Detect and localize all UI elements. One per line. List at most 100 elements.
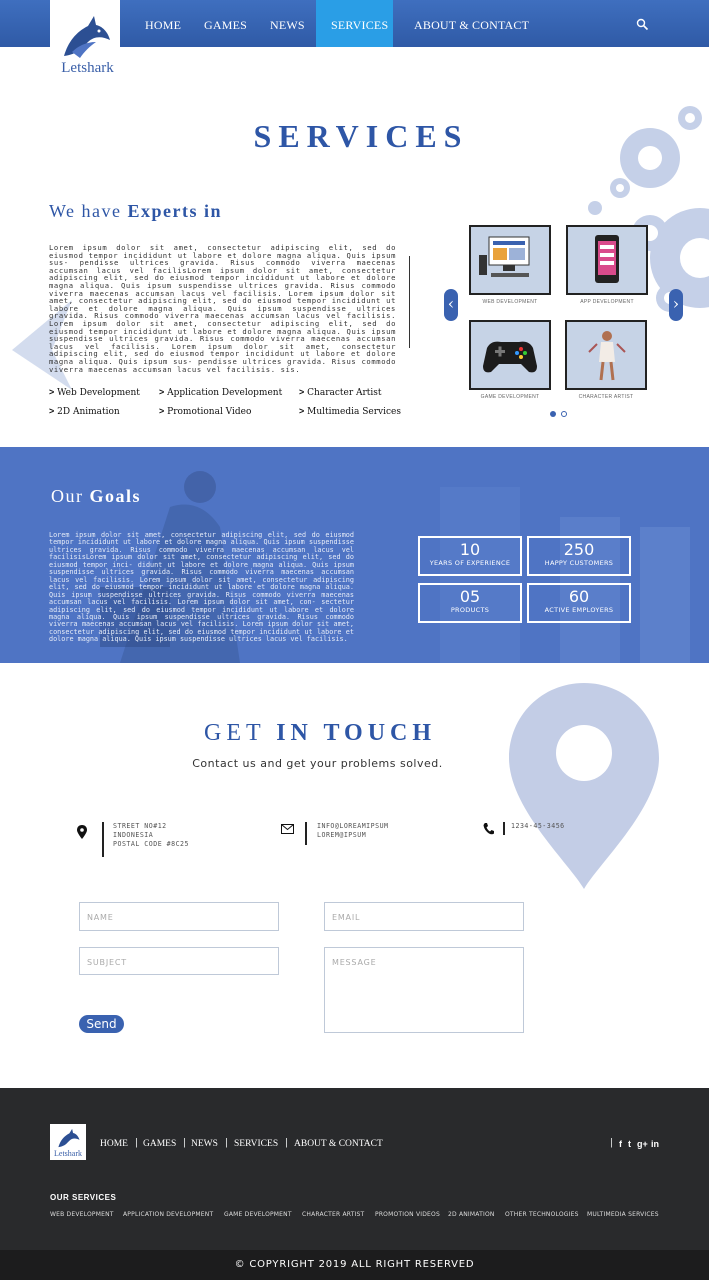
- goals-heading-light: Our: [51, 486, 90, 506]
- message-field[interactable]: MESSAGE: [324, 947, 524, 1033]
- address-line: INDONESIA: [113, 831, 154, 839]
- footer-service-link[interactable]: APPLICATION DEVELOPMENT: [123, 1211, 213, 1218]
- footer-service-link[interactable]: GAME DEVELOPMENT: [224, 1211, 292, 1218]
- shark-logo-icon: [58, 1128, 80, 1148]
- linkedin-icon[interactable]: in: [651, 1139, 659, 1149]
- divider: [305, 822, 307, 845]
- carousel-caption: WEB DEVELOPMENT: [482, 299, 538, 305]
- service-item[interactable]: > 2D Animation: [49, 406, 120, 417]
- name-field[interactable]: NAME: [79, 902, 279, 931]
- separator: |: [183, 1138, 187, 1148]
- footer-link-home[interactable]: HOME: [100, 1139, 128, 1149]
- service-item[interactable]: > Promotional Video: [159, 406, 251, 417]
- stat-value: 05: [459, 587, 481, 606]
- carousel-caption: CHARACTER ARTIST: [578, 394, 634, 400]
- footer-service-link[interactable]: PROMOTION VIDEOS: [375, 1211, 440, 1218]
- nav-news[interactable]: NEWS: [268, 0, 307, 47]
- footer-service-link[interactable]: MULTIMEDIA SERVICES: [587, 1211, 659, 1218]
- carousel-next-button[interactable]: ›: [669, 289, 683, 321]
- footer-service-link[interactable]: OTHER TECHNOLOGIES: [505, 1211, 579, 1218]
- contact-heading-bold: IN TOUCH: [276, 720, 437, 746]
- service-item[interactable]: > Web Development: [49, 387, 140, 398]
- nav-home[interactable]: HOME: [143, 0, 183, 47]
- send-button[interactable]: Send: [79, 1015, 124, 1033]
- email-field[interactable]: EMAIL: [324, 902, 524, 931]
- stat-label: YEARS OF EXPERIENCE: [429, 559, 511, 567]
- footer-link-games[interactable]: GAMES: [143, 1139, 176, 1149]
- twitter-icon[interactable]: t: [628, 1139, 631, 1149]
- footer-link-about[interactable]: ABOUT & CONTACT: [294, 1139, 383, 1149]
- separator: |: [225, 1138, 229, 1148]
- character-illustration: [588, 331, 626, 381]
- stat-label: HAPPY CUSTOMERS: [544, 559, 614, 567]
- carousel-card-app[interactable]: [566, 225, 648, 295]
- service-item[interactable]: > Multimedia Services: [299, 406, 401, 417]
- stat-value: 250: [563, 540, 595, 559]
- email-link[interactable]: INFO@LOREAMIPSUM: [317, 822, 389, 831]
- stat-box: 60 ACTIVE EMPLOYERS: [527, 583, 631, 623]
- carousel-dot[interactable]: [561, 411, 567, 417]
- nav-about-contact[interactable]: ABOUT & CONTACT: [412, 0, 531, 47]
- shark-logo-icon: [64, 16, 110, 58]
- nav-services[interactable]: SERVICES: [329, 0, 390, 47]
- carousel-card-web[interactable]: [469, 225, 551, 295]
- stat-label: PRODUCTS: [450, 606, 490, 614]
- service-item[interactable]: > Application Development: [159, 387, 282, 398]
- computer-illustration: [479, 236, 530, 277]
- contact-heading-light: GET: [204, 720, 277, 746]
- footer-logo-text: Letshark: [54, 1149, 82, 1158]
- contact-heading: GET IN TOUCH: [204, 720, 436, 747]
- stat-box: 05 PRODUCTS: [418, 583, 522, 623]
- carousel-dot-active[interactable]: [550, 411, 556, 417]
- stat-value: 10: [459, 540, 481, 559]
- location-pin-decoration: [509, 683, 659, 889]
- stat-label: ACTIVE EMPLOYERS: [544, 606, 614, 614]
- chevron-right-icon: ›: [672, 294, 680, 313]
- divider: [102, 822, 104, 857]
- services-description: Lorem ipsum dolor sit amet, consectetur …: [49, 243, 396, 374]
- carousel-card-game[interactable]: [469, 320, 551, 390]
- phone-number[interactable]: 1234-45-3456: [511, 822, 565, 831]
- services-title: SERVICES: [253, 118, 469, 154]
- experts-heading-bold: Experts in: [127, 201, 223, 221]
- footer-service-link[interactable]: WEB DEVELOPMENT: [50, 1211, 114, 1218]
- chevron-left-icon: ‹: [447, 294, 455, 313]
- logo-text: Letshark: [61, 60, 114, 76]
- subject-field[interactable]: SUBJECT: [79, 947, 279, 975]
- gamepad-illustration: [483, 341, 537, 373]
- carousel-card-character[interactable]: [565, 320, 647, 390]
- copyright: © COPYRIGHT 2019 ALL RIGHT RESERVED: [0, 1250, 709, 1280]
- address-line: STREET NO#12: [113, 822, 167, 830]
- carousel-caption: APP DEVELOPMENT: [580, 299, 634, 305]
- search-icon[interactable]: [636, 18, 649, 31]
- nav-games[interactable]: GAMES: [202, 0, 249, 47]
- footer-link-news[interactable]: NEWS: [191, 1139, 218, 1149]
- separator: |: [610, 1138, 614, 1148]
- experts-heading-light: We have: [49, 201, 128, 221]
- stat-value: 60: [568, 587, 590, 606]
- separator: |: [135, 1138, 139, 1148]
- footer-service-link[interactable]: 2D ANIMATION: [448, 1211, 495, 1218]
- facebook-icon[interactable]: f: [619, 1139, 622, 1149]
- carousel-caption: GAME DEVELOPMENT: [480, 394, 540, 400]
- phone-illustration: [595, 235, 619, 283]
- divider: [409, 256, 410, 348]
- divider: [503, 822, 505, 835]
- separator: |: [285, 1138, 289, 1148]
- location-pin-icon: [77, 825, 87, 839]
- stat-box: 250 HAPPY CUSTOMERS: [527, 536, 631, 576]
- footer-link-services[interactable]: SERVICES: [234, 1139, 278, 1149]
- service-item[interactable]: > Character Artist: [299, 387, 382, 398]
- email-block: INFO@LOREAMIPSUM LOREM@IPSUM: [317, 822, 389, 840]
- footer-logo[interactable]: Letshark: [50, 1124, 86, 1160]
- goals-heading-bold: Goals: [89, 486, 142, 506]
- goals-heading: Our Goals: [51, 486, 141, 507]
- address-line: POSTAL CODE #8C25: [113, 840, 189, 848]
- carousel-prev-button[interactable]: ‹: [444, 289, 458, 321]
- footer: [0, 1088, 709, 1250]
- google-plus-icon[interactable]: g+: [637, 1139, 648, 1149]
- experts-heading: We have Experts in: [49, 201, 222, 222]
- logo[interactable]: Letshark: [50, 0, 120, 85]
- footer-service-link[interactable]: CHARACTER ARTIST: [302, 1211, 364, 1218]
- email-link[interactable]: LOREM@IPSUM: [317, 831, 389, 840]
